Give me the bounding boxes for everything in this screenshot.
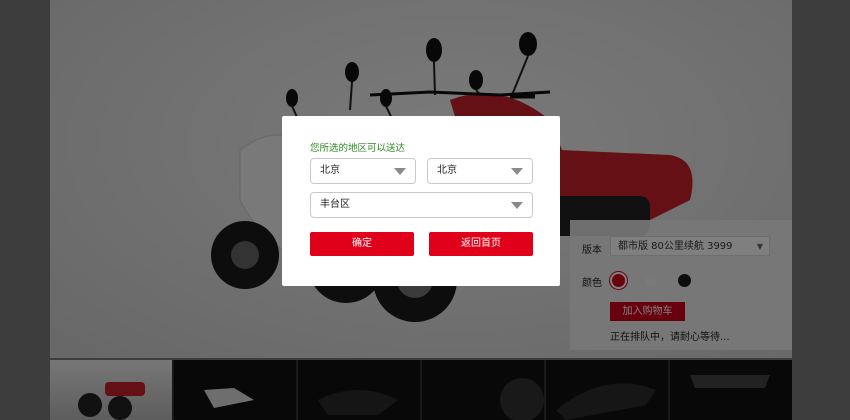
modal-title: 您所选的地区可以送达 — [310, 143, 406, 154]
dropdown-arrow-icon — [511, 168, 523, 175]
city-value: 北京 — [437, 165, 457, 176]
dropdown-arrow-icon — [511, 202, 523, 209]
confirm-button[interactable]: 确定 — [310, 232, 414, 256]
district-value: 丰台区 — [320, 199, 350, 210]
province-value: 北京 — [320, 165, 340, 176]
province-select[interactable]: 北京 — [310, 158, 416, 184]
city-select[interactable]: 北京 — [427, 158, 533, 184]
delivery-region-modal: 您所选的地区可以送达 北京 北京 丰台区 确定 返回首页 — [282, 116, 560, 286]
dropdown-arrow-icon — [394, 168, 406, 175]
district-select[interactable]: 丰台区 — [310, 192, 533, 218]
back-home-button[interactable]: 返回首页 — [429, 232, 533, 256]
